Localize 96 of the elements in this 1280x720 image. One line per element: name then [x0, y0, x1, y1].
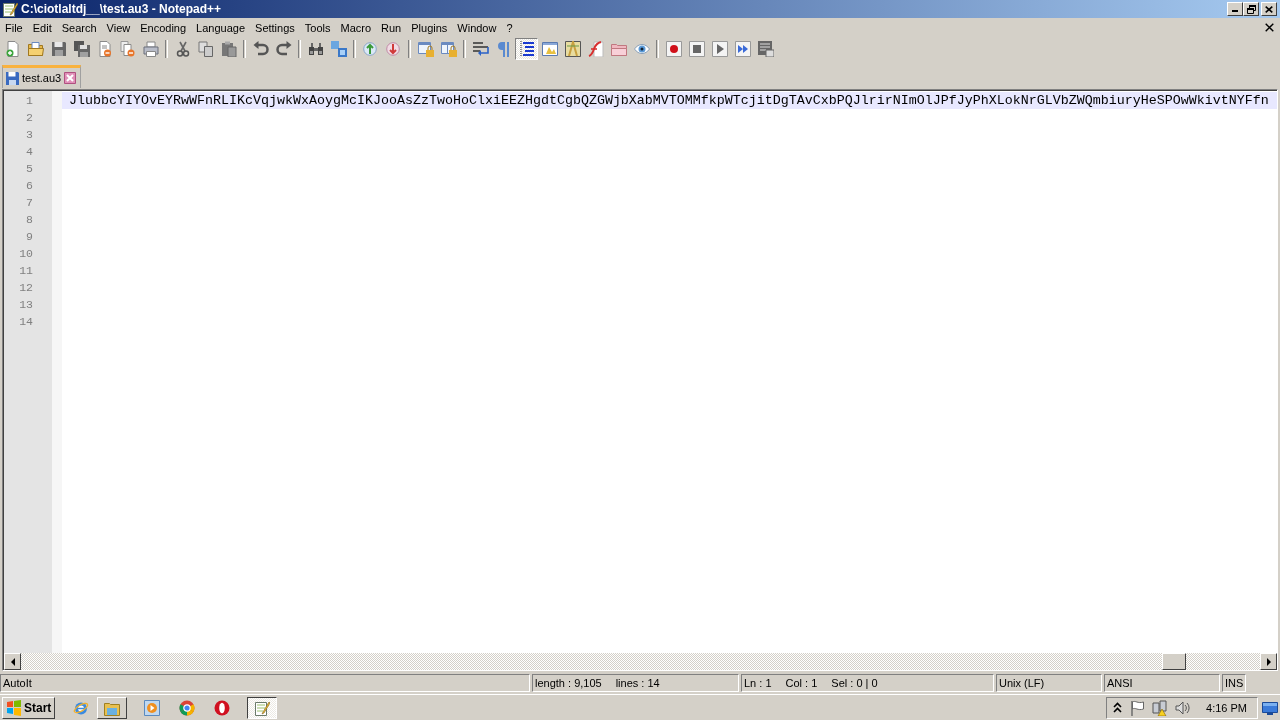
- menu-item[interactable]: Settings: [250, 21, 300, 34]
- speaker-icon[interactable]: [1175, 699, 1192, 716]
- copy-icon: [197, 41, 214, 57]
- floppy-stack-icon: [73, 41, 90, 57]
- line-number: 3: [25, 127, 33, 143]
- ring-icon: [214, 699, 231, 716]
- menu-item[interactable]: Plugins: [406, 21, 453, 34]
- menu-item[interactable]: ?: [501, 21, 518, 34]
- notepad-icon: [254, 699, 271, 716]
- scissors-icon: [174, 41, 191, 57]
- window-title: C:\ciotlaltdj__\test.au3 - Notepad++: [21, 2, 223, 16]
- line-number: 14: [18, 314, 33, 330]
- position-status: Col : 1: [785, 676, 818, 691]
- code-line: JlubbcYIYOvEYRwWFnRLIKcVqjwkWxAoygMcIKJooAsZzTwoHoClxiEEZHgdtCgbQZGWjbXabMVTOMMfkpWTcjitDgTAvCxbPQJlrirNImOlJPfJyPhXLokNrGLVbZWQmbiuryHeSPOwWkivtNYFfn: [69, 92, 1269, 109]
- close-button[interactable]: [1261, 2, 1277, 16]
- length-status: length : 9,105: [535, 676, 602, 691]
- insert-mode-status: INS: [1222, 674, 1246, 692]
- line-number: 11: [18, 263, 33, 279]
- line-number: 9: [25, 229, 33, 245]
- document-plus-icon: [4, 41, 21, 57]
- printer-icon: [142, 41, 159, 57]
- line-number: 2: [25, 110, 33, 126]
- encoding-status: ANSI: [1104, 674, 1220, 692]
- line-number: 8: [25, 212, 33, 228]
- scrollbar-thumb[interactable]: [1162, 653, 1186, 670]
- clipboard-icon: [220, 41, 237, 57]
- line-number: 5: [25, 161, 33, 177]
- play-icon: [711, 41, 728, 57]
- line-number: 6: [25, 178, 33, 194]
- flag-icon[interactable]: [1129, 699, 1146, 716]
- redo-arrow-icon: [275, 41, 292, 57]
- menu-item[interactable]: Encoding: [135, 21, 192, 34]
- triangle-right-icon: [1266, 657, 1271, 666]
- toolbar-button[interactable]: [515, 38, 538, 60]
- window-lock-icon: [417, 41, 434, 57]
- play-tile-icon: [144, 699, 161, 716]
- language-status: AutoIt: [0, 674, 530, 692]
- menu-item[interactable]: Run: [376, 21, 407, 34]
- scroll-left-button[interactable]: [4, 653, 21, 670]
- network-icon[interactable]: [1152, 699, 1169, 716]
- position-status: Ln : 1: [744, 676, 772, 691]
- clock: 4:16 PM: [1206, 701, 1247, 714]
- window-panes-icon: [6, 699, 22, 716]
- lines-status: lines : 14: [615, 676, 660, 691]
- show-desktop-icon[interactable]: [1262, 699, 1278, 716]
- line-number: 1: [25, 93, 33, 109]
- line-number: 7: [25, 195, 33, 211]
- wrap-lines-icon: [472, 41, 489, 57]
- close-icon[interactable]: [1265, 23, 1274, 32]
- restore-icon: [1246, 4, 1256, 14]
- indent-guide-icon: [518, 41, 535, 57]
- scroll-right-button[interactable]: [1260, 653, 1277, 670]
- menu-item[interactable]: View: [101, 21, 136, 34]
- line-ending-status: Unix (LF): [996, 674, 1102, 692]
- taskbar-button[interactable]: [247, 696, 278, 719]
- notepad-icon: [2, 1, 18, 17]
- line-number: 13: [18, 297, 33, 313]
- minimize-icon: [1232, 10, 1238, 12]
- documents-minus-icon: [119, 41, 136, 57]
- folder-icon: [27, 41, 44, 57]
- eye-icon: [633, 41, 650, 57]
- triangle-left-icon: [10, 657, 15, 666]
- undo-arrow-icon: [252, 41, 269, 57]
- zoom-in-icon: [362, 41, 379, 57]
- minimize-button[interactable]: [1227, 2, 1243, 16]
- start-button[interactable]: Start: [2, 696, 56, 719]
- close-icon: [1265, 5, 1273, 13]
- curve-page-icon: [587, 41, 604, 57]
- fast-forward-icon: [734, 41, 751, 57]
- restore-button[interactable]: [1243, 2, 1259, 16]
- map-icon: [564, 41, 581, 57]
- double-chevron-up-icon[interactable]: [1113, 702, 1123, 713]
- menu-item[interactable]: Window: [452, 21, 502, 34]
- window-icon: [541, 41, 558, 57]
- record-icon: [665, 41, 682, 57]
- zoom-out-icon: [385, 41, 402, 57]
- binoculars-icon: [307, 41, 324, 57]
- stop-icon: [688, 41, 705, 57]
- position-status: Sel : 0 | 0: [831, 676, 878, 691]
- window-lock-icon: [440, 41, 457, 57]
- line-number: 4: [25, 144, 33, 160]
- segmented-circle-icon: [179, 699, 196, 716]
- menu-item[interactable]: Tools: [299, 21, 336, 34]
- list-window-icon: [757, 41, 774, 57]
- menu-item[interactable]: File: [0, 21, 28, 34]
- line-number: 12: [18, 280, 33, 296]
- menu-item[interactable]: Edit: [27, 21, 57, 34]
- menu-item[interactable]: Search: [56, 21, 102, 34]
- line-number: 10: [18, 246, 33, 262]
- menu-item[interactable]: Language: [191, 21, 251, 34]
- document-minus-icon: [96, 41, 113, 57]
- folder-icon: [610, 41, 627, 57]
- replace-icon: [330, 41, 347, 57]
- pilcrow-icon: [495, 41, 512, 57]
- menu-item[interactable]: Macro: [335, 21, 377, 34]
- file-tab[interactable]: test.au3: [2, 65, 82, 88]
